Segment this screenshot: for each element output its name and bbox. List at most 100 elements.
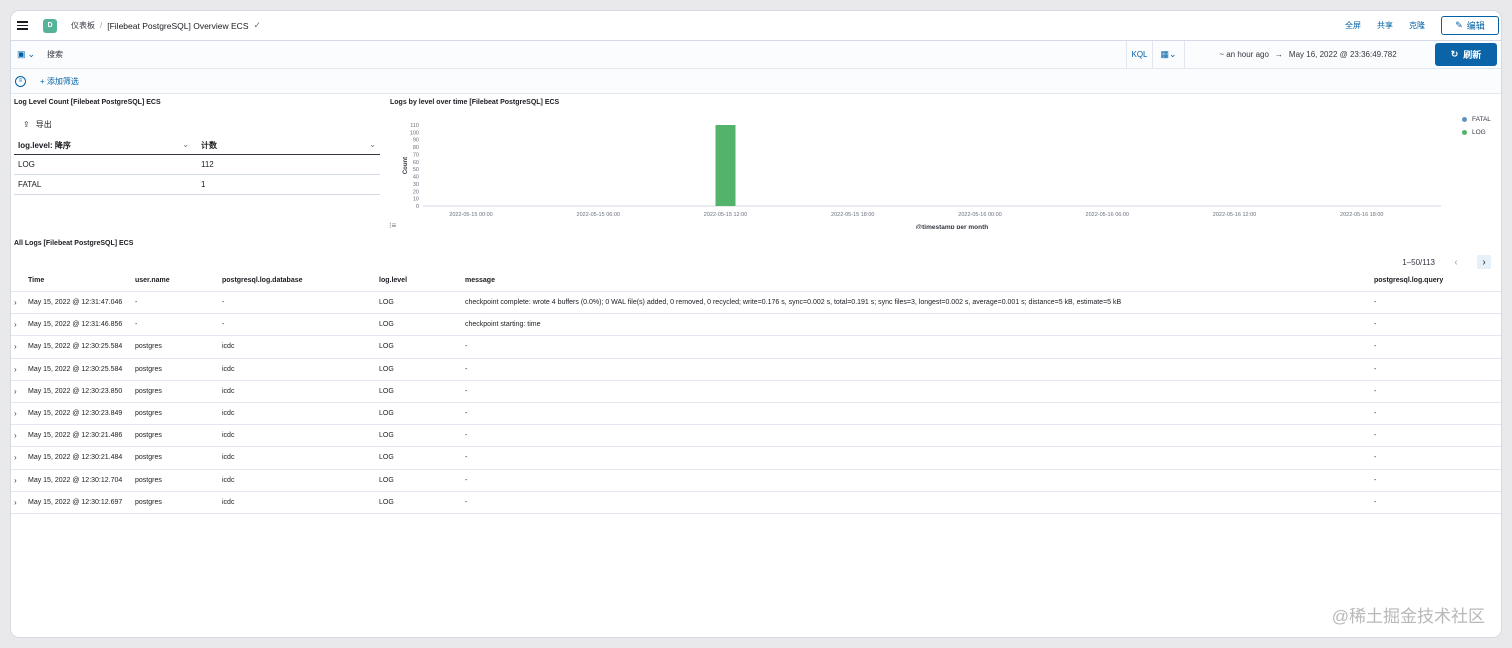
previous-page-button[interactable]: ‹	[1449, 255, 1463, 269]
message-cell: -	[465, 343, 468, 351]
calendar-icon: ▦	[1160, 49, 1169, 59]
share-button[interactable]: 共享	[1377, 20, 1393, 31]
column-header-time[interactable]: Time	[28, 277, 44, 284]
arrow-right-icon: →	[1274, 50, 1283, 59]
database-cell: -	[222, 321, 225, 329]
y-tick-label: 40	[413, 175, 419, 181]
expand-row-icon[interactable]: ›	[14, 431, 17, 440]
kql-language-toggle[interactable]: KQL	[1126, 40, 1152, 69]
expand-row-icon[interactable]: ›	[14, 342, 17, 351]
database-cell: icdc	[222, 343, 235, 351]
menu-icon[interactable]	[17, 19, 31, 33]
column-header-database[interactable]: postgresql.log.database	[222, 277, 303, 284]
edit-button[interactable]: ✎ 编辑	[1441, 16, 1499, 35]
chevron-down-icon: ⌄	[27, 49, 36, 59]
quick-date-picker[interactable]: ▦ ⌄	[1152, 40, 1184, 69]
date-start[interactable]: ~ an hour ago	[1219, 50, 1269, 59]
user-cell: postgres	[135, 387, 162, 395]
column-header-level[interactable]: log.level	[379, 277, 407, 284]
chevron-down-icon: ⌄	[182, 140, 189, 149]
level-cell[interactable]: FATAL	[14, 180, 197, 189]
level-cell: LOG	[379, 454, 394, 462]
y-tick-label: 90	[413, 138, 419, 144]
level-cell[interactable]: LOG	[14, 160, 197, 169]
x-tick-label: 2022-05-16 12:00	[1213, 212, 1256, 218]
y-tick-label: 20	[413, 189, 419, 195]
space-avatar[interactable]: D	[43, 18, 57, 33]
date-end[interactable]: May 16, 2022 @ 23:36:49.782	[1289, 50, 1397, 59]
y-tick-label: 10	[413, 197, 419, 203]
top-actions: 全屏 共享 克隆 ✎ 编辑	[1345, 16, 1501, 35]
expand-row-icon[interactable]: ›	[14, 498, 17, 507]
bar-log[interactable]	[715, 125, 736, 206]
level-cell: LOG	[379, 498, 394, 506]
time-cell: May 15, 2022 @ 12:30:21.484	[28, 454, 123, 462]
legend-item-log[interactable]: LOG	[1462, 126, 1491, 139]
add-filter-button[interactable]: + 添加筛选	[40, 76, 79, 87]
breadcrumb-dashboards[interactable]: 仪表板	[71, 20, 95, 31]
expand-row-icon[interactable]: ›	[14, 409, 17, 418]
query-bar: ▣ ⌄ 搜索 KQL ▦ ⌄ ~ an hour ago → May 16, 2…	[11, 40, 1501, 69]
message-cell: -	[465, 432, 468, 440]
legend-item-fatal[interactable]: FATAL	[1462, 113, 1491, 126]
time-cell: May 15, 2022 @ 12:30:23.850	[28, 387, 123, 395]
user-cell: postgres	[135, 454, 162, 462]
time-cell: May 15, 2022 @ 12:31:46.856	[28, 321, 123, 329]
chevron-down-icon: ⌄	[369, 140, 376, 149]
y-tick-label: 60	[413, 160, 419, 166]
level-count-table: log.level: 降序 ⌄ 计数 ⌄ LOG 112 FATAL 1	[14, 137, 380, 195]
date-range-picker: ~ an hour ago → May 16, 2022 @ 23:36:49.…	[1184, 40, 1431, 69]
time-cell: May 15, 2022 @ 12:31:47.046	[28, 299, 123, 306]
next-page-button[interactable]: ›	[1477, 255, 1491, 269]
query-cell: -	[1374, 409, 1377, 417]
message-cell: -	[465, 387, 468, 395]
fullscreen-button[interactable]: 全屏	[1345, 20, 1361, 31]
expand-row-icon[interactable]: ›	[14, 320, 17, 329]
column-header-message[interactable]: message	[465, 277, 495, 284]
y-axis-label: Count	[403, 157, 409, 174]
expand-row-icon[interactable]: ›	[14, 365, 17, 374]
expand-row-icon[interactable]: ›	[14, 298, 17, 307]
table-row: › May 15, 2022 @ 12:30:21.486 postgres icdc…	[11, 424, 1501, 446]
database-cell: icdc	[222, 476, 235, 484]
export-label: 导出	[35, 120, 52, 129]
legend-toggle-icon[interactable]: ⁝≡	[389, 221, 396, 230]
filter-icon[interactable]: ≡	[15, 75, 26, 87]
column-header-query[interactable]: postgresql.log.query	[1374, 277, 1443, 284]
logs-panel-title: All Logs [Filebeat PostgreSQL] ECS	[14, 240, 134, 247]
y-tick-label: 50	[413, 167, 419, 173]
x-tick-label: 2022-05-16 00:00	[958, 212, 1001, 218]
breadcrumb-separator: /	[100, 21, 103, 30]
pagination-text: 1–50/113	[1402, 257, 1435, 267]
database-cell: icdc	[222, 387, 235, 395]
saved-query-menu[interactable]: ▣ ⌄	[11, 41, 41, 69]
message-cell: -	[465, 476, 468, 484]
level-cell: LOG	[379, 321, 394, 329]
expand-row-icon[interactable]: ›	[14, 476, 17, 485]
search-input[interactable]: 搜索	[41, 41, 1126, 69]
y-tick-label: 100	[410, 130, 419, 136]
expand-row-icon[interactable]: ›	[14, 387, 17, 396]
export-button[interactable]: ⇪ 导出	[23, 119, 52, 130]
time-cell: May 15, 2022 @ 12:30:21.486	[28, 432, 123, 440]
column-header-user[interactable]: user.name	[135, 277, 170, 284]
refresh-button[interactable]: ↻ 刷新	[1435, 43, 1497, 66]
expand-row-icon[interactable]: ›	[14, 453, 17, 462]
level-cell: LOG	[379, 387, 394, 395]
database-cell: icdc	[222, 454, 235, 462]
level-cell: LOG	[379, 432, 394, 440]
logs-by-level-chart: 010 203040 5060 708090 100110 2022-05-15 00:0…	[403, 123, 1441, 229]
x-tick-label: 2022-05-16 18:00	[1340, 212, 1383, 218]
time-cell: May 15, 2022 @ 12:30:25.584	[28, 365, 123, 373]
table-row: › May 15, 2022 @ 12:30:23.850 postgres icdc…	[11, 379, 1501, 402]
table-row: FATAL 1	[14, 175, 380, 195]
refresh-icon: ↻	[1450, 49, 1459, 59]
user-cell: postgres	[135, 409, 162, 417]
clone-button[interactable]: 克隆	[1409, 20, 1425, 31]
y-tick-label: 110	[410, 123, 419, 129]
table-bottom-border	[11, 512, 1501, 514]
legend-dot	[1462, 117, 1467, 122]
column-header-level[interactable]: log.level: 降序 ⌄	[14, 140, 197, 151]
level-count-panel-title: Log Level Count [Filebeat PostgreSQL] EC…	[14, 99, 161, 106]
column-header-count[interactable]: 计数 ⌄	[197, 140, 380, 151]
